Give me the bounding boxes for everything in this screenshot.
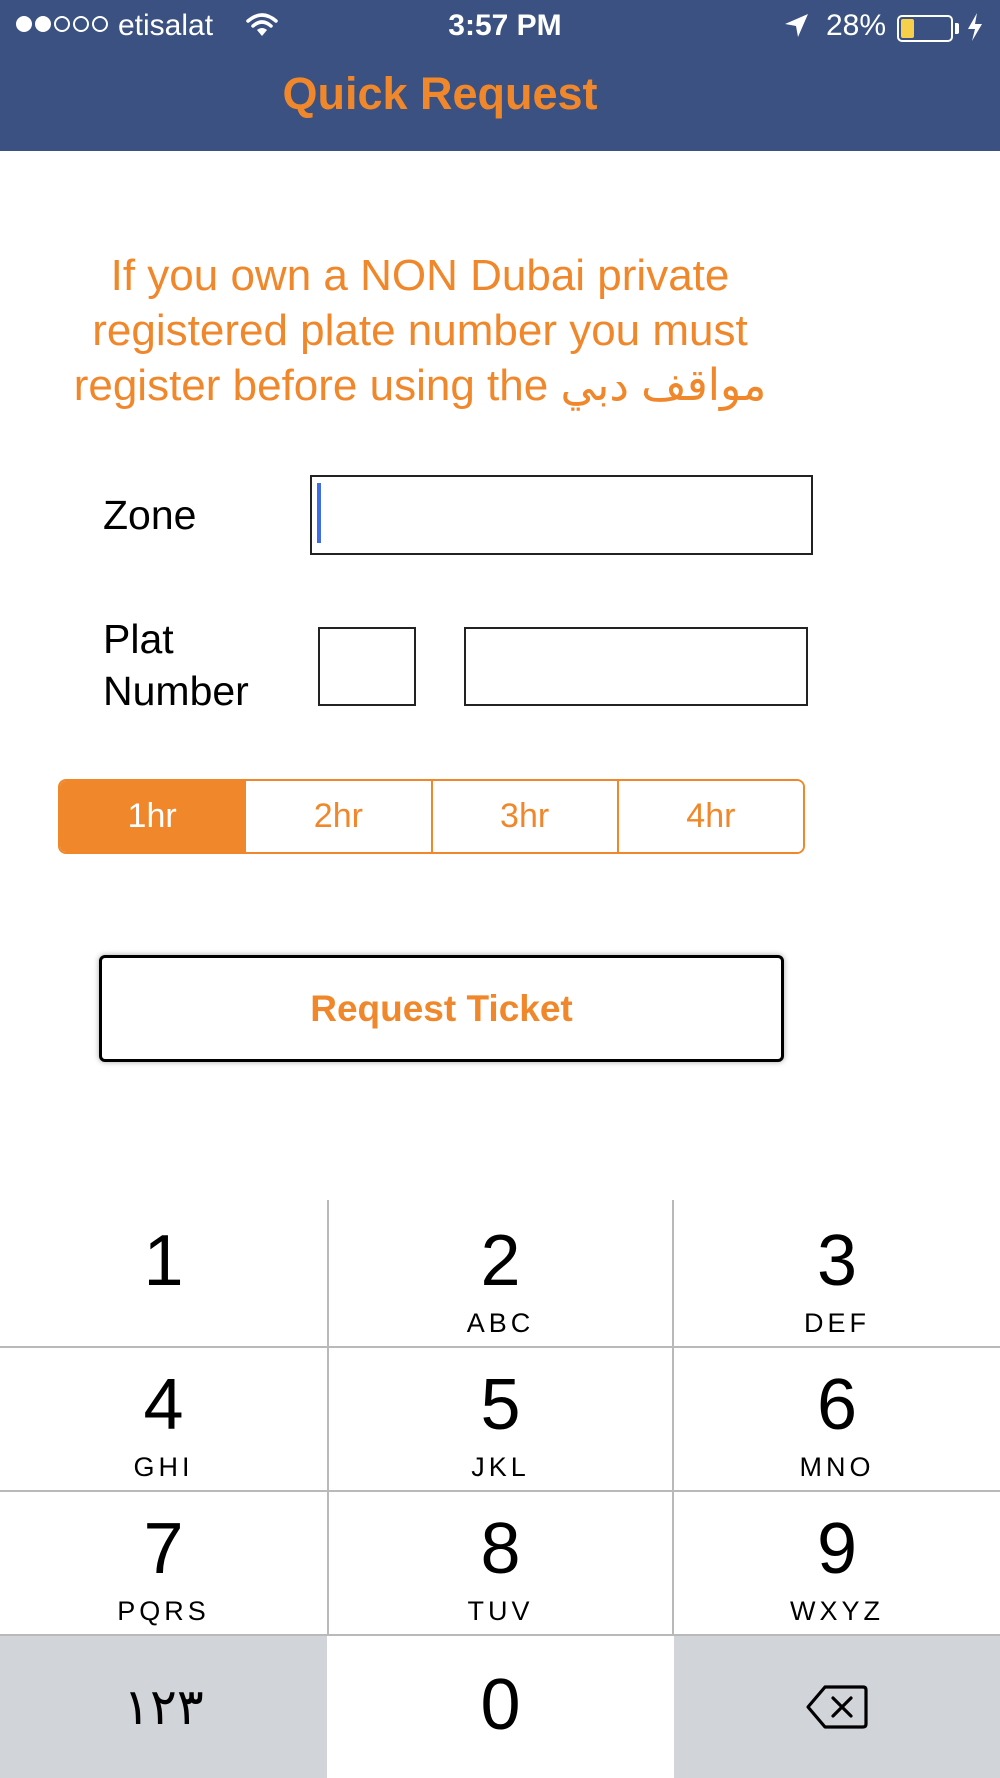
- plate-code-input[interactable]: [318, 627, 416, 706]
- key-letters: GHI: [133, 1452, 194, 1482]
- key-letters: JKL: [471, 1452, 530, 1482]
- key-letters: MNO: [799, 1452, 875, 1482]
- key-digit: 8: [480, 1509, 521, 1589]
- status-bar: etisalat 3:57 PM 28%: [0, 0, 1000, 54]
- symbols-key[interactable]: ١٢٣: [0, 1636, 327, 1778]
- duration-option-4hr[interactable]: 4hr: [616, 781, 803, 852]
- key-digit: 4: [143, 1365, 184, 1445]
- key-0[interactable]: 0: [329, 1664, 672, 1746]
- zone-label: Zone: [103, 492, 197, 538]
- key-4[interactable]: 4 GHI: [0, 1364, 327, 1483]
- key-8[interactable]: 8 TUV: [329, 1508, 672, 1627]
- duration-option-1hr[interactable]: 1hr: [60, 781, 245, 852]
- symbols-key-label: ١٢٣: [123, 1679, 204, 1735]
- page-title: Quick Request: [282, 68, 598, 119]
- keypad-divider: [0, 1346, 1000, 1348]
- backspace-icon: [806, 1685, 868, 1729]
- delete-key[interactable]: [674, 1636, 1000, 1778]
- key-digit: 9: [816, 1509, 858, 1589]
- registration-notice: If you own a NON Dubai private registere…: [73, 251, 767, 410]
- plate-number-label: Plat Number: [103, 613, 249, 717]
- duration-option-3hr[interactable]: 3hr: [430, 781, 617, 852]
- key-letters: DEF: [804, 1308, 870, 1338]
- key-digit: 5: [480, 1365, 521, 1445]
- key-1[interactable]: 1: [0, 1220, 327, 1308]
- navigation-bar: etisalat 3:57 PM 28% Quick Request: [0, 0, 1000, 151]
- location-arrow-icon: [785, 14, 808, 37]
- key-7[interactable]: 7 PQRS: [0, 1508, 327, 1627]
- key-digit: 1: [143, 1221, 184, 1301]
- key-3[interactable]: 3 DEF: [674, 1220, 1000, 1339]
- zone-input[interactable]: [310, 475, 813, 555]
- duration-option-2hr[interactable]: 2hr: [244, 781, 431, 852]
- text-cursor: [317, 483, 321, 543]
- plate-number-input[interactable]: [464, 627, 808, 706]
- key-digit: 3: [816, 1221, 858, 1301]
- key-digit: 0: [480, 1665, 521, 1745]
- battery-icon: [897, 15, 953, 42]
- key-9[interactable]: 9 WXYZ: [674, 1508, 1000, 1627]
- request-ticket-button[interactable]: Request Ticket: [99, 955, 784, 1062]
- key-letters: ABC: [466, 1308, 535, 1338]
- key-letters: PQRS: [117, 1596, 210, 1626]
- key-digit: 7: [143, 1509, 184, 1589]
- key-6[interactable]: 6 MNO: [674, 1364, 1000, 1483]
- numeric-keypad: 1 2 ABC 3 DEF 4 GHI 5 JKL 6 MNO 7 PQRS 8…: [0, 1200, 1000, 1778]
- key-letters: TUV: [467, 1596, 534, 1626]
- key-digit: 6: [816, 1365, 858, 1445]
- keypad-divider: [0, 1490, 1000, 1492]
- key-digit: 2: [480, 1221, 521, 1301]
- battery-percentage: 28%: [826, 9, 887, 42]
- key-letters: WXYZ: [790, 1596, 884, 1626]
- key-2[interactable]: 2 ABC: [329, 1220, 672, 1339]
- plate-label-line2: Number: [103, 668, 249, 714]
- battery-cap: [955, 23, 959, 34]
- plate-label-line1: Plat: [103, 616, 174, 662]
- battery-level: [901, 19, 914, 38]
- charging-bolt-icon: [968, 13, 982, 41]
- duration-segmented-control: 1hr 2hr 3hr 4hr: [58, 779, 805, 854]
- key-5[interactable]: 5 JKL: [329, 1364, 672, 1483]
